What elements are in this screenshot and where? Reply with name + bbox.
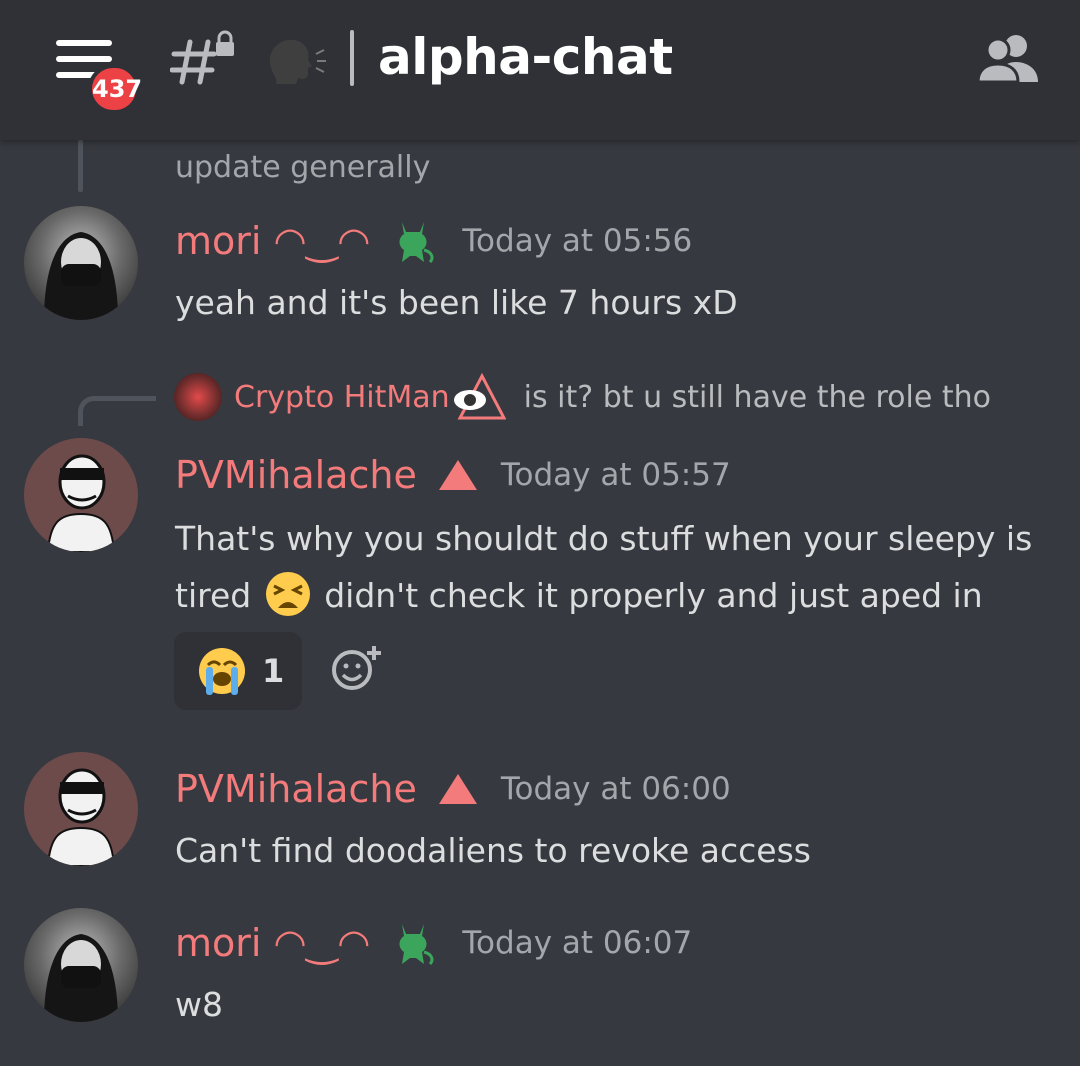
members-icon[interactable] (974, 32, 1042, 84)
reply-username: Crypto HitMan (234, 379, 450, 415)
channel-title: alpha-chat (378, 28, 673, 86)
locked-channel-icon (170, 30, 234, 85)
timestamp: Today at 05:57 (500, 457, 731, 493)
timestamp: Today at 05:56 (462, 223, 693, 259)
message-header: PVMihalache Today at 05:57 (175, 450, 731, 500)
green-devil-icon (399, 222, 434, 264)
message-text: That's why you shouldt do stuff when you… (175, 510, 1055, 624)
unread-badge: 437 (88, 64, 142, 114)
message-header: mori ◠‿◠ Today at 06:07 (175, 918, 692, 968)
avatar[interactable] (24, 438, 138, 552)
reply-reference[interactable]: Crypto HitMan is it? bt u still have the… (174, 372, 991, 422)
reply-avatar (174, 373, 222, 421)
message-text-part: didn't check it properly and just aped i… (324, 576, 983, 615)
message-text: w8 (175, 985, 223, 1024)
tired-face-emoji-icon (265, 571, 310, 616)
username[interactable]: PVMihalache (175, 453, 417, 497)
username[interactable]: mori ◠‿◠ (175, 921, 370, 965)
eye-triangle-icon (453, 372, 506, 420)
message-text: Can't find doodaliens to revoke access (175, 831, 811, 870)
header-divider (350, 30, 354, 86)
green-devil-icon (399, 924, 434, 966)
message-text: yeah and it's been like 7 hours xD (175, 283, 738, 322)
timestamp: Today at 06:07 (462, 925, 693, 961)
channel-header: 437 alpha-chat (0, 0, 1080, 140)
partial-message-text: update generally (175, 150, 431, 185)
avatar[interactable] (24, 752, 138, 866)
speaking-head-icon (269, 39, 326, 84)
username[interactable]: PVMihalache (175, 767, 417, 811)
red-triangle-icon (438, 774, 477, 804)
loudly-crying-face-icon (199, 648, 245, 695)
reply-thread-line (78, 140, 83, 192)
message-header: PVMihalache Today at 06:00 (175, 764, 731, 814)
message-header: mori ◠‿◠ Today at 05:56 (175, 216, 692, 266)
reaction-count: 1 (262, 652, 285, 690)
reply-connector (78, 396, 156, 426)
timestamp: Today at 06:00 (500, 771, 731, 807)
reply-text: is it? bt u still have the role tho (523, 379, 991, 415)
avatar[interactable] (24, 908, 138, 1022)
username[interactable]: mori ◠‿◠ (175, 219, 370, 263)
add-reaction-icon[interactable] (330, 644, 384, 692)
red-triangle-icon (438, 460, 477, 490)
reaction-chip[interactable]: 1 (174, 632, 302, 710)
avatar[interactable] (24, 206, 138, 320)
